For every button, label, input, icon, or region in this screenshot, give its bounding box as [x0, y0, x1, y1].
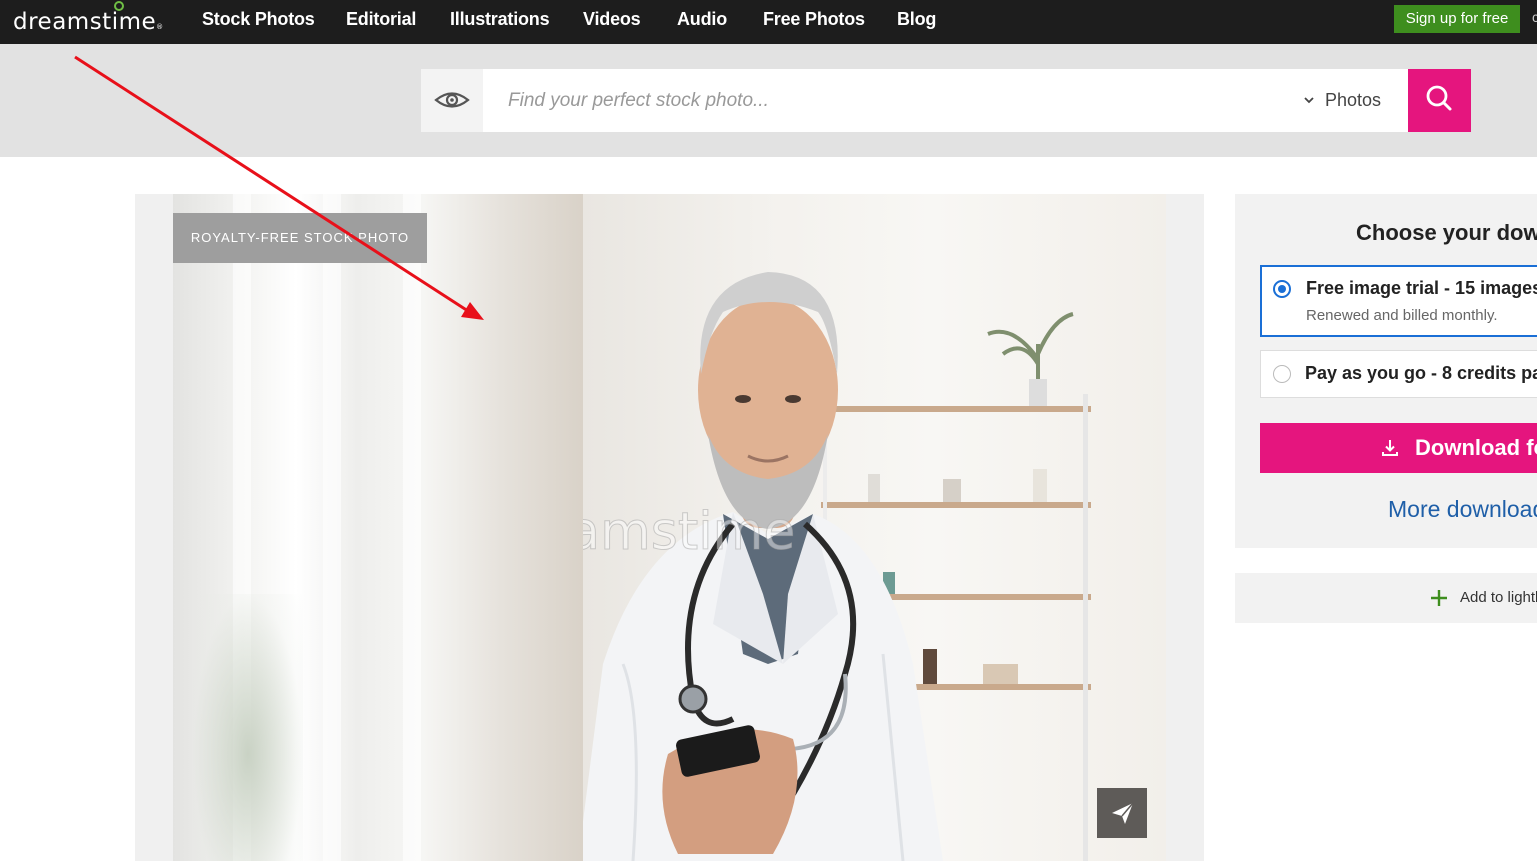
plant-shape — [193, 594, 303, 861]
purchase-card: Choose your down Free image trial - 15 i… — [1235, 194, 1537, 548]
option-title: Pay as you go - 8 credits pack — [1305, 363, 1537, 383]
option-title: Free image trial - 15 images — [1306, 278, 1537, 298]
top-nav: dreamstime® Stock Photos Editorial Illus… — [0, 0, 1537, 44]
stock-photo[interactable]: dreamstime — [583, 194, 1166, 861]
search-input[interactable] — [483, 69, 1408, 132]
option-subtitle: Renewed and billed monthly. — [1306, 307, 1498, 324]
signup-button[interactable]: Sign up for free — [1394, 5, 1520, 33]
nav-item-blog[interactable]: Blog — [897, 0, 936, 38]
download-button[interactable]: Download fo — [1260, 423, 1537, 473]
choose-download-title: Choose your down — [1356, 220, 1537, 245]
chevron-down-icon — [1303, 89, 1315, 116]
nav-item-free-photos[interactable]: Free Photos — [763, 0, 865, 38]
lightbox-label: Add to lightb — [1460, 589, 1537, 606]
download-icon — [1382, 440, 1398, 456]
visual-search-button[interactable] — [421, 69, 483, 132]
eye-icon — [434, 92, 470, 108]
royalty-free-badge: ROYALTY-FREE STOCK PHOTO — [173, 213, 427, 263]
logo-registered-mark: ® — [156, 23, 164, 31]
search-type-dropdown[interactable]: Photos — [1303, 89, 1381, 111]
logo-text: dreamstime — [13, 9, 157, 35]
share-button[interactable] — [1097, 788, 1147, 838]
nav-item-videos[interactable]: Videos — [583, 0, 641, 38]
option-free-trial[interactable]: Free image trial - 15 images Renewed and… — [1260, 265, 1537, 337]
radio-unselected[interactable] — [1273, 365, 1291, 383]
nav-item-editorial[interactable]: Editorial — [346, 0, 416, 38]
nav-item-illustrations[interactable]: Illustrations — [450, 0, 550, 38]
option-pay-as-you-go[interactable]: Pay as you go - 8 credits pack — [1260, 350, 1537, 398]
search-button[interactable] — [1408, 69, 1471, 132]
search-type-label: Photos — [1325, 90, 1382, 110]
download-label: Download fo — [1415, 435, 1537, 460]
doctor-photo-illustration: dreamstime — [583, 272, 1091, 861]
nav-edge-cutoff: c — [1532, 9, 1537, 25]
plus-icon — [1431, 590, 1447, 606]
logo-swirl-icon — [114, 1, 124, 11]
photo-background-window — [173, 194, 583, 861]
more-download-options-link[interactable]: More download — [1388, 496, 1537, 523]
nav-item-audio[interactable]: Audio — [677, 0, 727, 38]
search-icon — [1426, 85, 1452, 111]
watermark-text: dreamstime — [583, 502, 795, 562]
radio-selected[interactable] — [1273, 280, 1291, 298]
image-preview-panel: dreamstime ROYALTY-FREE STOCK PHOTO — [135, 194, 1204, 861]
paper-plane-icon — [1112, 802, 1134, 824]
add-to-lightbox-button[interactable]: Add to lightb — [1235, 573, 1537, 623]
dreamstime-logo[interactable]: dreamstime® — [13, 1, 164, 37]
nav-item-stock-photos[interactable]: Stock Photos — [202, 0, 315, 38]
